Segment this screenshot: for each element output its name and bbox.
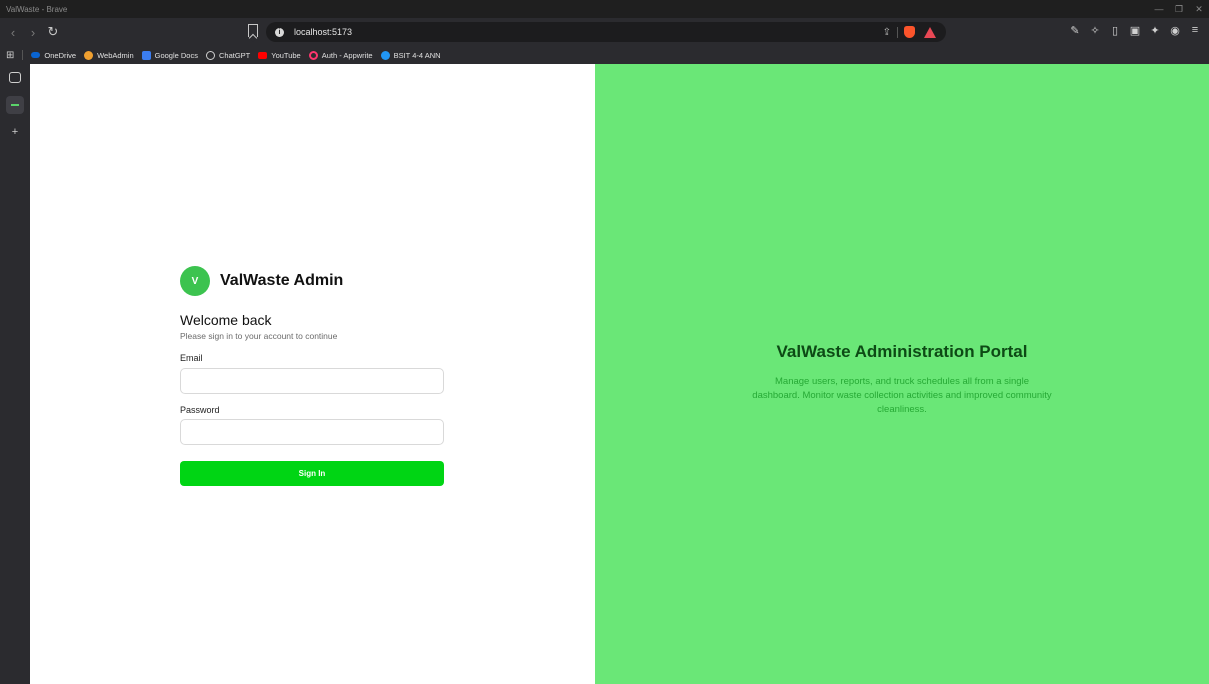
portal-title: ValWaste Administration Portal: [776, 342, 1028, 361]
apps-grid-icon[interactable]: ⊞: [6, 50, 14, 61]
email-field[interactable]: [180, 368, 444, 394]
password-label: Password: [180, 405, 220, 415]
window-titlebar: ValWaste - Brave — ❐ ✕: [0, 0, 1209, 18]
menu-icon[interactable]: ≡: [1189, 24, 1201, 37]
share-icon[interactable]: ⇪: [883, 27, 891, 38]
youtube-icon: [258, 51, 268, 59]
chatgpt-icon: [205, 50, 215, 60]
bookmarks-divider: [22, 50, 24, 60]
minimize-icon[interactable]: —: [1149, 0, 1169, 18]
extensions-icon[interactable]: ✧: [1089, 24, 1101, 37]
portal-pane: ValWaste Administration Portal Manage us…: [595, 64, 1209, 684]
email-label: Email: [180, 353, 203, 363]
close-icon[interactable]: ✕: [1189, 0, 1209, 18]
messenger-icon: [380, 50, 390, 60]
brand-name: ValWaste Admin: [220, 272, 344, 289]
page-content: V ValWaste Admin Welcome back Please sig…: [30, 64, 1209, 684]
sidebar-toggle-icon[interactable]: ▯: [1109, 24, 1121, 37]
back-icon[interactable]: ‹: [6, 25, 20, 40]
leo-ai-icon[interactable]: ✦: [1149, 24, 1161, 37]
appwrite-icon: [308, 50, 318, 60]
window-title: ValWaste - Brave: [6, 4, 68, 14]
webadmin-icon: [84, 50, 94, 60]
google-docs-icon: [141, 50, 151, 60]
brave-shields-icon[interactable]: [904, 26, 915, 38]
url-text[interactable]: localhost:5173: [294, 27, 883, 37]
forward-icon[interactable]: ›: [26, 25, 40, 40]
new-tab-plus-icon[interactable]: +: [7, 124, 23, 140]
brand-logo: V: [180, 266, 210, 296]
restore-icon[interactable]: ❐: [1169, 0, 1189, 18]
bookmark-youtube[interactable]: YouTube: [258, 51, 301, 60]
sidebar-panel-icon[interactable]: [9, 72, 21, 83]
browser-sidebar: +: [0, 64, 30, 684]
vpn-icon[interactable]: ◉: [1169, 24, 1181, 37]
browser-navbar: ‹ › ↻ i localhost:5173 ⇪ ✎ ✧ ▯ ▣ ✦ ◉ ≡: [0, 18, 1209, 46]
sign-in-button[interactable]: Sign In: [180, 461, 444, 486]
url-divider: [897, 26, 898, 38]
bookmark-appwrite[interactable]: Auth - Appwrite: [308, 50, 373, 60]
password-field[interactable]: [180, 419, 444, 445]
brave-rewards-icon[interactable]: [924, 26, 936, 38]
bookmark-bsit[interactable]: BSIT 4-4 ANN: [380, 50, 441, 60]
bookmark-webadmin[interactable]: WebAdmin: [84, 50, 134, 60]
onedrive-icon: [31, 52, 41, 58]
bookmark-google-docs[interactable]: Google Docs: [141, 50, 198, 60]
wallet-icon[interactable]: ▣: [1129, 24, 1141, 37]
site-info-icon[interactable]: i: [275, 27, 284, 37]
bookmark-icon[interactable]: [248, 24, 258, 37]
welcome-heading: Welcome back: [180, 312, 272, 328]
welcome-subtitle: Please sign in to your account to contin…: [180, 331, 338, 341]
active-tab-icon[interactable]: [6, 96, 24, 114]
pen-icon[interactable]: ✎: [1069, 24, 1081, 37]
reload-icon[interactable]: ↻: [46, 24, 60, 40]
portal-description: Manage users, reports, and truck schedul…: [752, 376, 1052, 415]
bookmark-chatgpt[interactable]: ChatGPT: [205, 50, 250, 60]
bookmarks-bar: ⊞ OneDrive WebAdmin Google Docs ChatGPT …: [0, 46, 1209, 64]
brand-header: V ValWaste Admin: [180, 266, 343, 296]
bookmark-onedrive[interactable]: OneDrive: [31, 51, 76, 60]
login-pane: V ValWaste Admin Welcome back Please sig…: [30, 64, 595, 684]
address-bar[interactable]: i localhost:5173 ⇪: [266, 22, 946, 42]
